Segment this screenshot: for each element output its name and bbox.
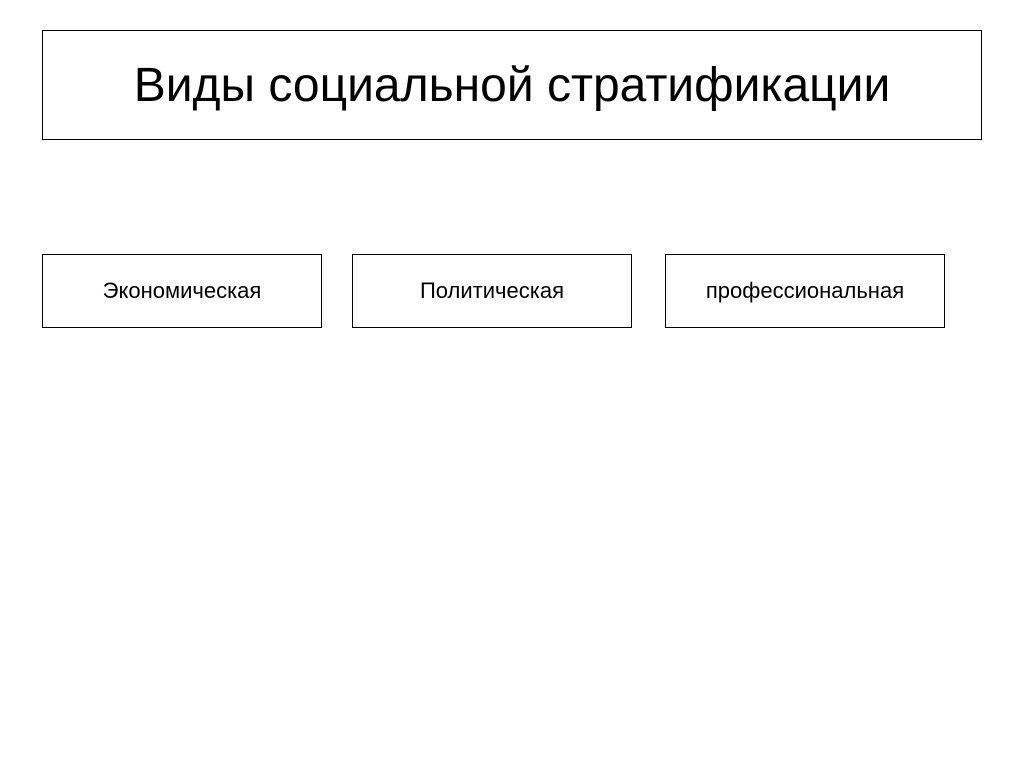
title-box: Виды социальной стратификации: [42, 30, 982, 140]
category-label: Экономическая: [103, 278, 262, 304]
category-label: Политическая: [420, 278, 564, 304]
category-box-political: Политическая: [352, 254, 632, 328]
category-label: профессиональная: [706, 278, 904, 304]
diagram-title: Виды социальной стратификации: [134, 58, 891, 113]
category-box-professional: профессиональная: [665, 254, 945, 328]
category-box-economic: Экономическая: [42, 254, 322, 328]
